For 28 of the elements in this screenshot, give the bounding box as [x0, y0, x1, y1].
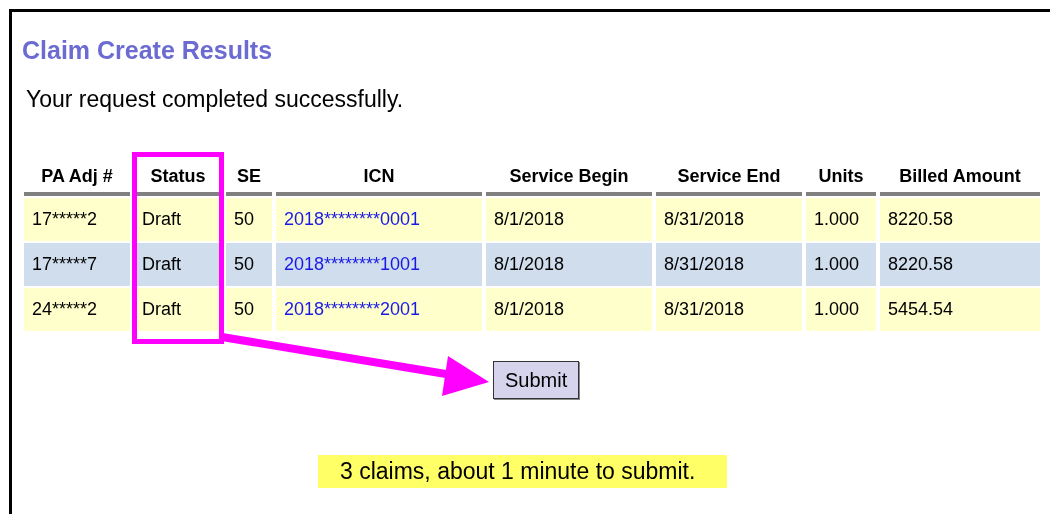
icn-link[interactable]: 2018********2001 — [284, 299, 421, 319]
table-cell: Draft — [134, 198, 222, 241]
table-cell: 8/1/2018 — [486, 288, 652, 331]
table-cell: 8/31/2018 — [656, 243, 802, 286]
table-cell: 8220.58 — [880, 243, 1040, 286]
table-cell: 8220.58 — [880, 198, 1040, 241]
icn-link[interactable]: 2018********0001 — [284, 209, 421, 229]
table-cell: 1.000 — [806, 243, 876, 286]
page-title: Claim Create Results — [22, 35, 273, 66]
submit-button[interactable]: Submit — [493, 361, 580, 399]
table-cell: 8/31/2018 — [656, 288, 802, 331]
table-cell: 50 — [226, 243, 272, 286]
status-message: Your request completed successfully. — [26, 85, 404, 114]
icn-link[interactable]: 2018********1001 — [284, 254, 421, 274]
table-cell: Draft — [134, 243, 222, 286]
table-cell: 50 — [226, 198, 272, 241]
table-cell: 17*****2 — [24, 198, 130, 241]
table-cell: 24*****2 — [24, 288, 130, 331]
table-cell: 17*****7 — [24, 243, 130, 286]
table-cell: 1.000 — [806, 288, 876, 331]
table-cell: 50 — [226, 288, 272, 331]
table-cell: 8/1/2018 — [486, 243, 652, 286]
table-cell: 8/31/2018 — [656, 198, 802, 241]
table-cell: 5454.54 — [880, 288, 1040, 331]
table-cell: 1.000 — [806, 198, 876, 241]
table-cell: 8/1/2018 — [486, 198, 652, 241]
highlighted-note: 3 claims, about 1 minute to submit. — [318, 455, 728, 488]
table-cell: Draft — [134, 288, 222, 331]
